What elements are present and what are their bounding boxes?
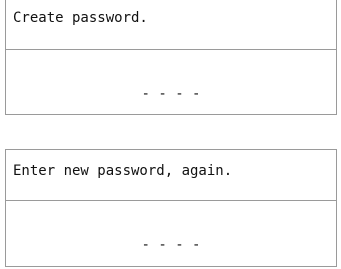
- create-password-panel: Create password. - - - -: [5, 0, 337, 115]
- create-password-prompt: Create password.: [13, 10, 148, 26]
- confirm-password-prompt: Enter new password, again.: [13, 163, 233, 179]
- password-pin-field[interactable]: - - - -: [6, 77, 336, 111]
- divider: [6, 200, 336, 201]
- confirm-password-pin-field[interactable]: - - - -: [6, 228, 336, 262]
- divider: [6, 49, 336, 50]
- confirm-password-panel: Enter new password, again. - - - -: [5, 149, 337, 267]
